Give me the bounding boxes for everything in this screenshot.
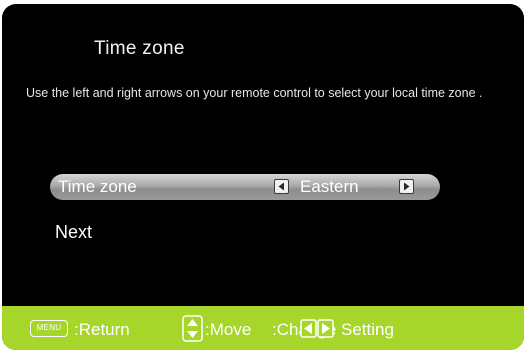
time-zone-label: Time zone [58,177,137,196]
menu-key-icon: MENU [30,320,68,337]
return-hint: :Return [74,320,130,339]
left-arrow-icon[interactable] [274,179,289,194]
next-button[interactable]: Next [55,222,92,243]
time-zone-selector[interactable]: Time zone Eastern [50,174,440,200]
time-zone-value: Eastern [300,177,359,196]
footer-bar: MENU :Return :Move :Change Setting [2,306,524,350]
page-title: Time zone [94,38,185,59]
instructions-text: Use the left and right arrows on your re… [26,86,483,100]
settings-screen: Time zone Use the left and right arrows … [2,4,524,350]
left-right-arrows-icon [300,319,334,338]
right-arrow-icon[interactable] [399,179,414,194]
move-hint: :Move [205,320,252,339]
up-down-arrows-icon [182,315,203,342]
